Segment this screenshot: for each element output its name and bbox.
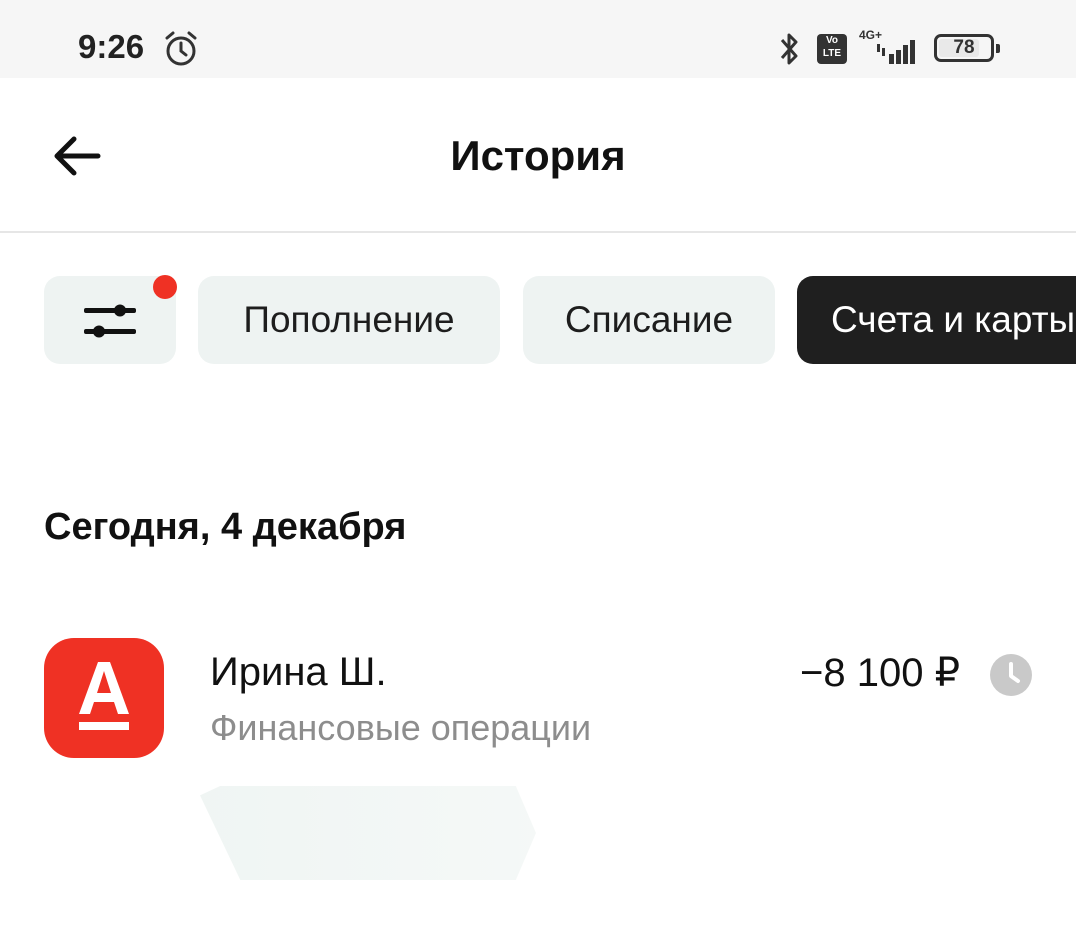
page-title: История [450, 132, 626, 179]
signal-icon: 4G+ [859, 28, 921, 66]
bluetooth-icon [780, 33, 798, 65]
app-header: История [0, 78, 1076, 231]
header-divider [0, 231, 1076, 233]
alarm-icon [165, 31, 197, 66]
volte-bottom-label: LTE [822, 48, 842, 59]
alfa-bank-logo-icon [44, 638, 164, 758]
chip-accounts-and-cards[interactable]: Счета и карты [797, 276, 1076, 364]
clock-icon [990, 654, 1032, 696]
chip-debit[interactable]: Списание [523, 276, 775, 364]
status-bar: 9:26 Vo LTE 4G+ 78 [0, 0, 1076, 78]
active-filter-dot [153, 275, 177, 299]
section-date-heading: Сегодня, 4 декабря [44, 506, 407, 548]
transaction-row[interactable]: Ирина Ш. Финансовые операции −8 100 ₽ [0, 630, 1076, 770]
redacted-area [200, 786, 536, 880]
transaction-name: Ирина Ш. [210, 650, 387, 694]
volte-icon: Vo LTE [817, 34, 847, 64]
volte-top-label: Vo [825, 35, 839, 46]
alfa-letter-icon [79, 662, 129, 730]
transaction-category: Финансовые операции [210, 707, 592, 748]
status-time: 9:26 [78, 28, 145, 65]
transaction-amount: −8 100 ₽ [800, 651, 961, 695]
battery-icon: 78 [934, 34, 1000, 62]
signal-bars-icon [877, 40, 915, 64]
battery-level: 78 [953, 37, 975, 58]
chip-topup[interactable]: Пополнение [198, 276, 500, 364]
sliders-icon [84, 304, 136, 338]
